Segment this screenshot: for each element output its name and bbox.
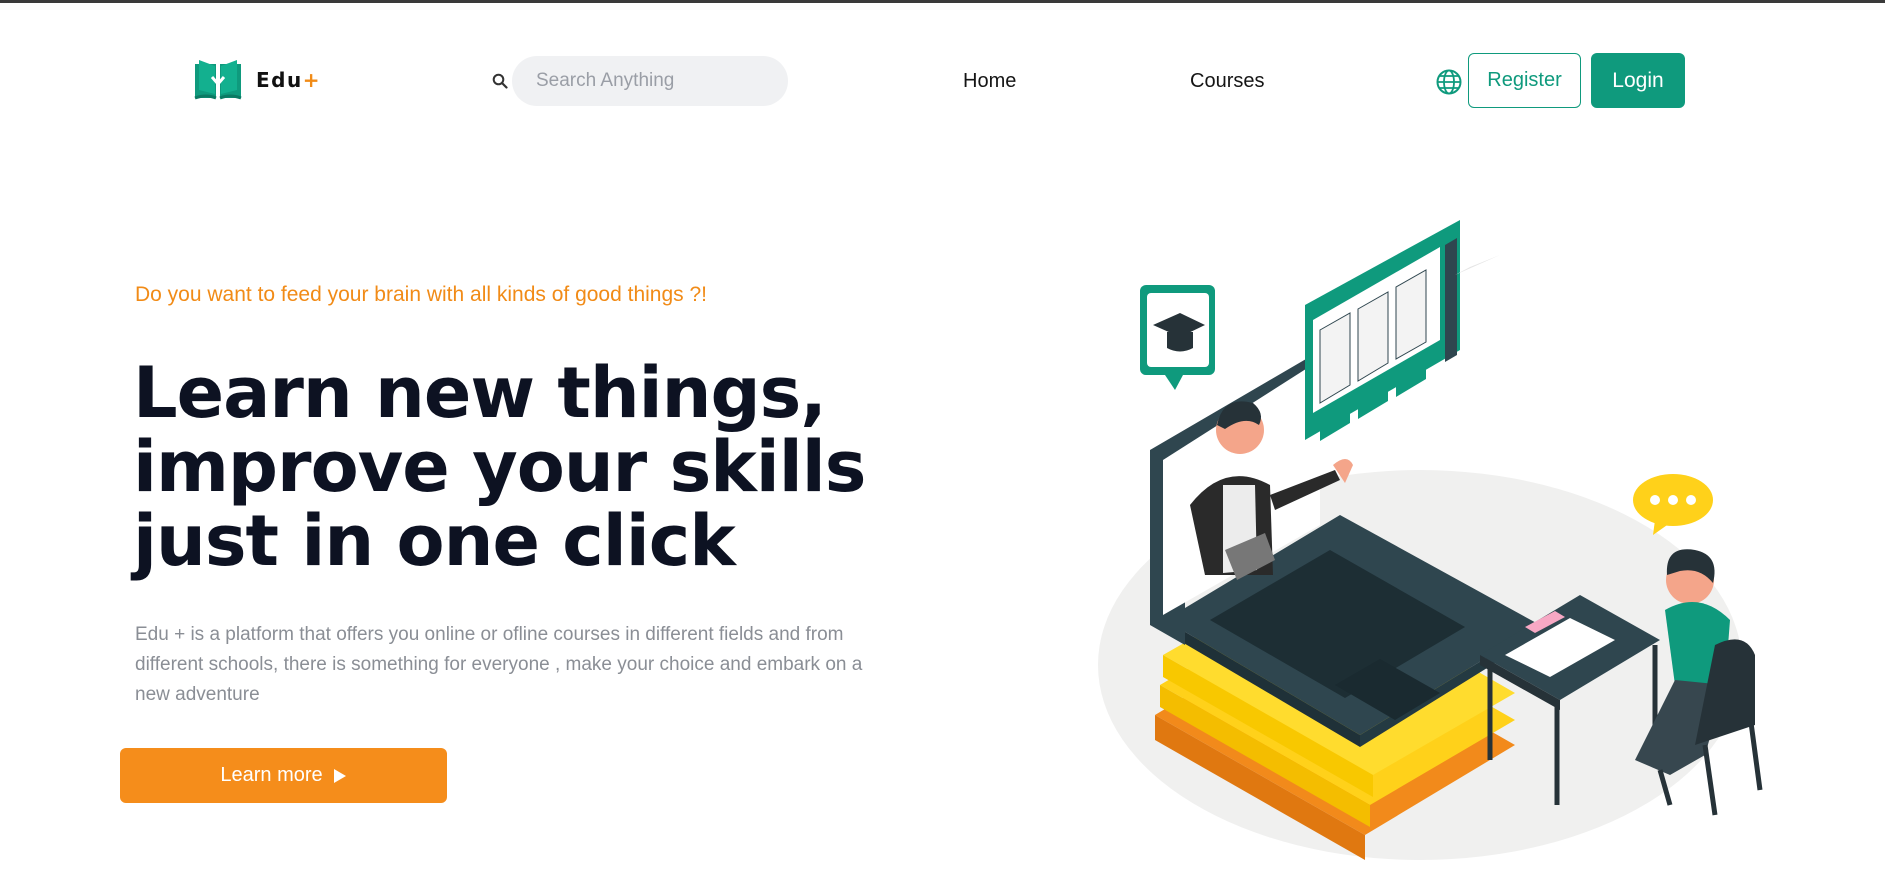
nav-link-courses[interactable]: Courses <box>1190 70 1264 93</box>
play-icon <box>333 768 346 783</box>
learn-more-button[interactable]: Learn more <box>120 748 447 803</box>
hero-headline: Learn new things, improve your skills ju… <box>133 356 893 578</box>
register-button[interactable]: Register <box>1468 53 1581 108</box>
logo[interactable]: Edu+ <box>192 58 321 102</box>
brand-name: Edu+ <box>256 68 321 92</box>
headline-line: Learn new things, <box>133 352 827 434</box>
online-learning-illustration <box>1098 220 1763 860</box>
hero-tagline: Do you want to feed your brain with all … <box>135 283 708 306</box>
headline-line: improve your skills <box>133 426 866 508</box>
window-top-border <box>0 0 1885 3</box>
search-icon <box>492 73 508 89</box>
learn-more-label: Learn more <box>220 764 323 786</box>
hero-description: Edu + is a platform that offers you onli… <box>135 624 863 705</box>
globe-icon[interactable] <box>1435 68 1463 96</box>
nav-link-home[interactable]: Home <box>963 70 1016 93</box>
search-input[interactable] <box>512 56 788 106</box>
login-button[interactable]: Login <box>1591 53 1685 108</box>
book-download-icon <box>194 60 242 100</box>
headline-line: just in one click <box>133 500 736 582</box>
